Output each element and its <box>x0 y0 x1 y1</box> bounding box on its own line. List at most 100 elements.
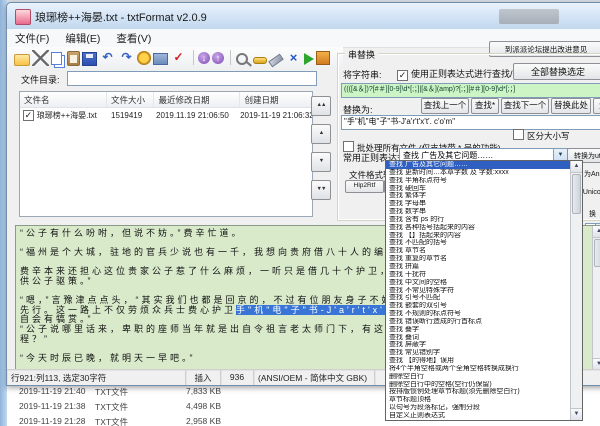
file-size: 4,498 KB <box>157 401 221 411</box>
file-created-date: 2019-11-19 21:06:32 <box>236 111 312 120</box>
file-list-header: 文件名 文件大小 最近修改日期 创建日期 <box>20 92 312 108</box>
run-icon[interactable] <box>304 53 314 65</box>
dropdown-item[interactable]: 查找 字母串 <box>386 200 582 208</box>
dropdown-item[interactable]: 查找 广告及其它问题…… <box>386 161 582 169</box>
replace-all-button[interactable]: 全部替换* <box>593 98 600 114</box>
column-header-created[interactable]: 创建日期 <box>240 92 312 107</box>
copy-icon[interactable] <box>51 52 62 65</box>
dropdown-item[interactable]: 查找 半角标点符号 <box>386 177 582 185</box>
selected-text: 手"机"电"子"书-J'a'r't'x't'， <box>236 305 407 315</box>
dropdown-item[interactable]: 删除空白行中的空格(空行仍保留) <box>386 381 582 389</box>
move-up-button[interactable]: ▲ <box>311 124 331 144</box>
dropdown-item[interactable]: 查找 嵌套的双引号 <box>386 302 582 310</box>
dropdown-item[interactable]: 查找 数字串 <box>386 208 582 216</box>
save-icon[interactable] <box>82 52 97 66</box>
search-pattern-input[interactable]: ((([&＆])?[#＃][0-9]\d*[;；]|[&＆](amp)?[;；]… <box>341 83 600 98</box>
dropdown-item[interactable]: 查找 叠字 <box>386 326 582 334</box>
replace-with-input[interactable]: "手"机"电"子"书-J'a'r't'x't'. c'o'm" <box>341 115 600 130</box>
find-button[interactable]: 查找* <box>471 98 499 114</box>
menu-item[interactable]: 查看(V) <box>108 31 159 46</box>
replace-here-button[interactable]: 替换此处 <box>551 98 591 114</box>
open-folder-icon[interactable] <box>14 54 30 66</box>
format-convert-button[interactable]: Hlp2Rtf <box>345 180 384 193</box>
toolbar-separator <box>189 50 194 65</box>
file-dir-input[interactable] <box>67 71 317 86</box>
dropdown-item[interactable]: 删除空白行 <box>386 373 582 381</box>
menu-item[interactable]: 文件(F) <box>7 31 57 46</box>
key-icon[interactable] <box>253 57 267 64</box>
replace-all-selected-button[interactable]: 全部替换选定 <box>513 63 600 80</box>
dropdown-scrollbar[interactable]: ▲ ▼ <box>570 161 582 420</box>
dropdown-item[interactable]: 自定义正则表达式 <box>386 412 582 420</box>
column-header-modified[interactable]: 最近修改日期 <box>154 92 240 107</box>
dropdown-item[interactable]: 将4个半角空格或两个全角空格转换成换行 <box>386 365 582 373</box>
dropdown-item[interactable]: 查找 繁体字 <box>386 192 582 200</box>
dropdown-item[interactable]: 查找 重复的章节名 <box>386 255 582 263</box>
batch-import-icon[interactable]: ↓ <box>198 52 210 64</box>
dropdown-item[interactable]: 查找 拼篇 <box>386 263 582 271</box>
dropdown-item[interactable]: 查找 叠词 <box>386 334 582 342</box>
find-next-button[interactable]: 查找下一个 <box>501 98 549 114</box>
dropdown-item[interactable]: 按排版惯例处理章节标题(须先删除空白行) <box>386 388 582 396</box>
file-row-checkbox[interactable]: ✓ <box>23 110 34 121</box>
dropdown-item[interactable]: 查找 不规则的标点符号 <box>386 310 582 318</box>
dropdown-item[interactable]: 查找 【的得地】误用 <box>386 357 582 365</box>
remove-icon[interactable]: × <box>285 50 302 66</box>
split-file-icon[interactable] <box>153 53 168 65</box>
dropdown-item[interactable]: 查找 干扰符 <box>386 271 582 279</box>
dropdown-item[interactable]: 查找 【】括起来的内容 <box>386 232 582 240</box>
undo-icon[interactable]: ↶ <box>99 50 116 66</box>
dropdown-item[interactable]: 查找 各种括号括起来的内容 <box>386 224 582 232</box>
scroll-up-icon[interactable]: ▲ <box>571 161 582 173</box>
paste-icon[interactable] <box>67 51 80 66</box>
scroll-up-icon[interactable]: ▲ <box>593 226 600 238</box>
toolbar: ↶ ↷ ✓ ↓ ↑ × <box>7 47 343 68</box>
title-bar[interactable]: 琅琊榜++海晏.txt - txtFormat v2.0.9 <box>7 3 600 30</box>
redo-icon[interactable]: ↷ <box>118 50 135 66</box>
spellcheck-icon[interactable]: ✓ <box>170 50 187 66</box>
exit-icon[interactable] <box>316 51 330 65</box>
dropdown-item[interactable]: 查找 硬回车 <box>386 185 582 193</box>
settings-gear-icon[interactable] <box>137 51 151 65</box>
dropdown-item[interactable]: 查找 中文间的空格 <box>386 279 582 287</box>
find-prev-button[interactable]: 查找上一个 <box>421 98 469 114</box>
dropdown-item[interactable]: 查找 更新时间…本章字数 及 字数:xxxx <box>386 169 582 177</box>
cut-icon[interactable] <box>32 50 49 66</box>
move-bottom-button[interactable]: ▼▼ <box>311 180 331 200</box>
search-icon[interactable] <box>236 53 248 65</box>
nav-button-column: ▲▲ ▲ ▼ ▼▼ <box>311 96 331 200</box>
dropdown-item[interactable]: 查找 错误断行造成的行首标点 <box>386 318 582 326</box>
dropdown-item[interactable]: 以句号为段落标记，强制分段 <box>386 404 582 412</box>
file-type: TXT文件 <box>95 416 128 426</box>
column-header-size[interactable]: 文件大小 <box>107 92 154 107</box>
dropdown-item[interactable]: 查找 常见错别字 <box>386 349 582 357</box>
move-down-button[interactable]: ▼ <box>311 152 331 172</box>
screen: 2019-11-19 21:40 TXT文件 7,833 KB 2019-11-… <box>0 0 600 426</box>
checkbox-icon <box>513 129 524 140</box>
file-row[interactable]: ✓ 琅琊榜++海晏.txt 1519419 2019.11.19 21:06:5… <box>20 108 312 123</box>
scroll-down-icon[interactable]: ▼ <box>571 408 582 420</box>
scrollbar-thumb[interactable] <box>572 174 581 214</box>
wrench-icon[interactable] <box>268 53 283 67</box>
dropdown-item[interactable]: 查找 屏蔽字 <box>386 341 582 349</box>
use-regex-checkbox[interactable]: ✓使用正则表达式进行查找/替换 <box>397 67 531 81</box>
menu-item[interactable]: 编辑(E) <box>57 31 108 46</box>
window-title: 琅琊榜++海晏.txt - txtFormat v2.0.9 <box>35 9 207 25</box>
dropdown-item[interactable]: 查找 含有 ps 的行 <box>386 216 582 224</box>
file-size: 2,958 KB <box>157 416 221 426</box>
insert-mode-status: 插入 <box>186 370 221 385</box>
dropdown-item[interactable]: 查找 不匹配的括号 <box>386 239 582 247</box>
editor-scrollbar[interactable]: ▲ ▼ <box>592 226 600 370</box>
scrollbar-thumb[interactable] <box>594 239 600 267</box>
dropdown-item[interactable]: 查找 不常见特殊字符 <box>386 287 582 295</box>
move-top-button[interactable]: ▲▲ <box>311 96 331 116</box>
background-window-artifact <box>499 9 559 24</box>
column-header-name[interactable]: 文件名 <box>20 92 107 107</box>
convert-to-ansi-button-fragment[interactable]: 为Ansi* <box>584 169 600 179</box>
dropdown-item[interactable]: 查找 章节名 <box>386 247 582 255</box>
match-case-checkbox[interactable]: 区分大小写 <box>513 129 570 142</box>
dropdown-item[interactable]: 查找 引号不匹配 <box>386 294 582 302</box>
batch-export-icon[interactable]: ↑ <box>212 52 224 64</box>
dropdown-item[interactable]: 章节标题顶格 <box>386 396 582 404</box>
find-button-row: 查找上一个 查找* 查找下一个 替换此处 全部替换* <box>421 98 600 114</box>
